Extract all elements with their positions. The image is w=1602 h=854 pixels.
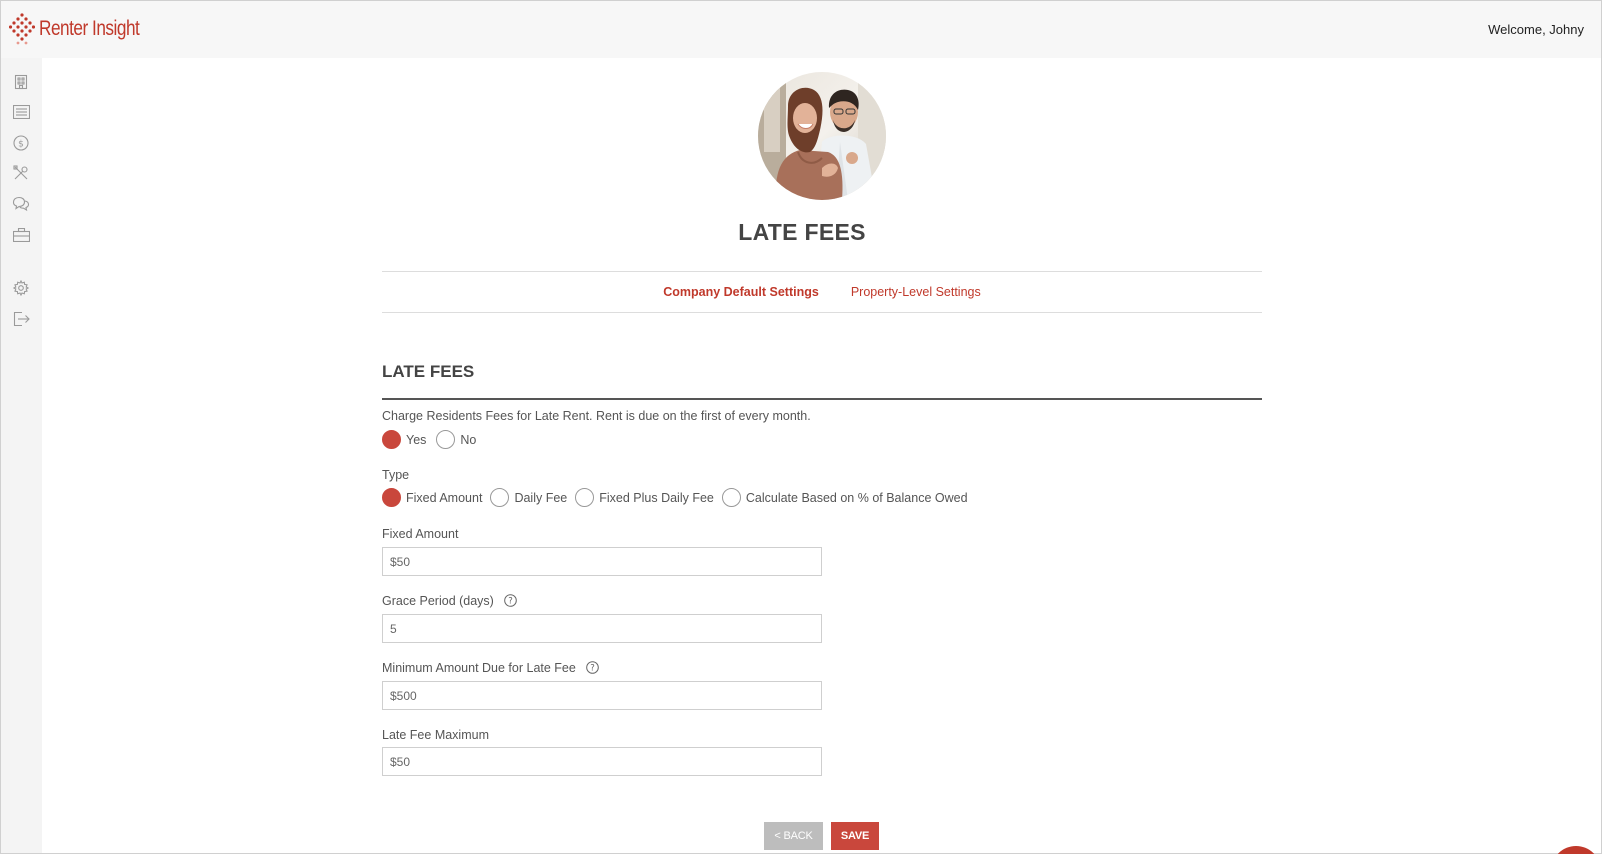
section-title: LATE FEES	[382, 362, 475, 381]
sidebar-item-maintenance[interactable]	[12, 164, 30, 182]
save-button[interactable]: SAVE	[831, 822, 879, 850]
charge-question-label: Charge Residents Fees for Late Rent. Ren…	[382, 409, 811, 423]
top-bar: Renter Insight Welcome, Johny	[1, 1, 1601, 58]
chat-widget-button[interactable]	[1551, 846, 1601, 854]
late-fee-maximum-label: Late Fee Maximum	[382, 728, 489, 742]
radio-fixed-plus-daily-fee[interactable]	[575, 488, 595, 507]
charge-option-no[interactable]: No	[436, 430, 476, 449]
page-title: LATE FEES	[738, 219, 866, 245]
sidebar-item-list[interactable]	[12, 103, 30, 121]
grace-period-label: Grace Period (days) ?	[382, 594, 518, 608]
type-option-daily-fee[interactable]: Daily Fee	[490, 488, 567, 507]
logout-icon	[13, 311, 30, 327]
radio-no[interactable]	[436, 430, 456, 449]
sidebar-item-settings[interactable]	[12, 279, 30, 297]
radio-daily-fee[interactable]	[490, 488, 510, 507]
grace-period-label-text: Grace Period (days)	[382, 594, 494, 608]
building-icon	[14, 74, 28, 90]
brand-logo[interactable]: Renter Insight	[9, 13, 161, 45]
tab-company-default-settings[interactable]: Company Default Settings	[663, 285, 819, 299]
type-option-fixed-plus-daily-fee[interactable]: Fixed Plus Daily Fee	[575, 488, 714, 507]
hero-photo	[758, 72, 886, 200]
radio-percent-balance[interactable]	[721, 488, 741, 507]
charge-option-yes[interactable]: Yes	[382, 430, 426, 449]
fixed-amount-label: Fixed Amount	[382, 527, 459, 541]
logo-mark-icon	[9, 13, 35, 45]
minimum-amount-label: Minimum Amount Due for Late Fee ?	[382, 661, 600, 675]
minimum-amount-help-icon[interactable]: ?	[586, 661, 600, 674]
radio-fixed-plus-daily-fee-label: Fixed Plus Daily Fee	[599, 490, 714, 505]
type-option-percent-balance[interactable]: Calculate Based on % of Balance Owed	[721, 488, 968, 507]
tools-icon	[13, 165, 28, 180]
sidebar-item-logout[interactable]	[12, 310, 30, 328]
sidebar: $	[1, 58, 42, 853]
back-button[interactable]: < BACK	[764, 822, 823, 850]
grace-period-help-icon[interactable]: ?	[504, 594, 518, 607]
minimum-amount-input[interactable]	[382, 681, 822, 710]
charge-radio-group: Yes No	[382, 430, 484, 449]
radio-no-label: No	[460, 432, 477, 447]
sidebar-item-messages[interactable]	[12, 195, 30, 213]
app-window: Renter Insight Welcome, Johny $ LATE FEE…	[0, 0, 1602, 854]
svg-text:?: ?	[509, 597, 514, 607]
tab-property-level-settings[interactable]: Property-Level Settings	[851, 285, 981, 299]
svg-text:$: $	[18, 140, 24, 150]
fixed-amount-input[interactable]	[382, 547, 822, 576]
dollar-icon: $	[13, 135, 29, 151]
sidebar-item-properties[interactable]	[12, 73, 30, 91]
list-icon	[12, 105, 30, 119]
type-radio-group: Fixed Amount Daily Fee Fixed Plus Daily …	[382, 488, 976, 507]
welcome-text: Welcome, Johny	[1488, 22, 1584, 37]
minimum-amount-label-text: Minimum Amount Due for Late Fee	[382, 661, 576, 675]
section-divider	[382, 398, 1262, 400]
radio-fixed-amount[interactable]	[382, 488, 401, 507]
radio-daily-fee-label: Daily Fee	[514, 490, 568, 505]
radio-yes[interactable]	[382, 430, 401, 449]
sidebar-item-payments[interactable]: $	[12, 134, 30, 152]
radio-fixed-amount-label: Fixed Amount	[406, 490, 483, 505]
settings-tabs: Company Default Settings Property-Level …	[382, 271, 1262, 313]
svg-text:?: ?	[591, 664, 596, 674]
type-option-fixed-amount[interactable]: Fixed Amount	[382, 488, 482, 507]
radio-percent-balance-label: Calculate Based on % of Balance Owed	[745, 490, 968, 505]
chat-icon	[12, 196, 30, 212]
radio-yes-label: Yes	[406, 432, 427, 447]
grace-period-input[interactable]	[382, 614, 822, 643]
brand-name: Renter Insight	[39, 17, 140, 40]
type-label: Type	[382, 468, 410, 482]
late-fee-maximum-input[interactable]	[382, 747, 822, 776]
gear-icon	[13, 280, 29, 296]
